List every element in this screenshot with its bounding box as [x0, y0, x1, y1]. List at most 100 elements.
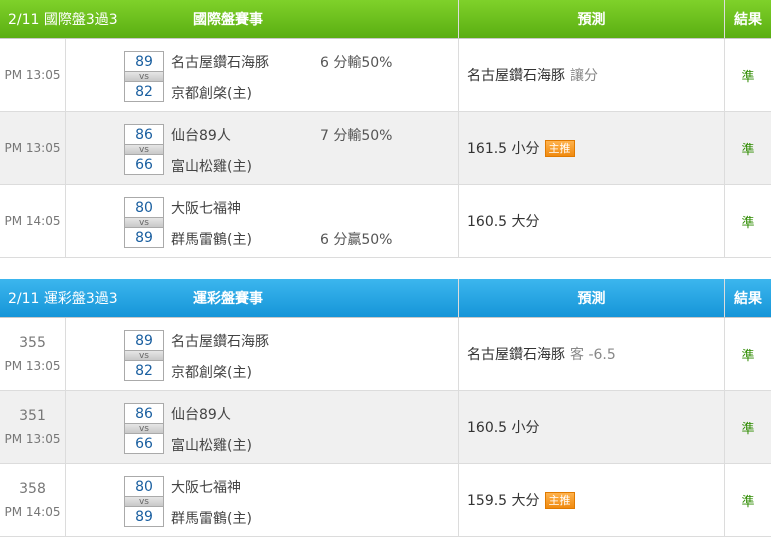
prediction-column-header: 預測	[459, 279, 725, 317]
prediction-cell: 160.5 大分	[459, 185, 725, 257]
panel-date-title: 2/11 國際盤3過3	[8, 12, 118, 28]
score-box: 89 vs 82	[124, 51, 164, 102]
spread-line: 6 分輸50%	[320, 55, 393, 71]
game-row: PM 14:05 80 vs 89 大阪七福神 群馬雷鶴(主) 6 分贏50% …	[0, 185, 771, 258]
result-status: 準	[741, 69, 755, 85]
game-time: PM 13:05	[4, 68, 61, 82]
result-cell: 準	[725, 464, 771, 536]
game-time: PM 13:05	[4, 432, 61, 446]
result-status: 準	[741, 421, 755, 437]
game-time-cell: 355 PM 13:05	[0, 318, 66, 390]
home-score: 89	[135, 508, 153, 525]
away-team: 仙台89人	[171, 407, 231, 423]
away-team: 名古屋鑽石海豚	[171, 334, 269, 350]
game-time: PM 14:05	[4, 505, 61, 519]
game-time-cell: PM 13:05	[0, 39, 66, 111]
prediction-pick: 160.5 小分	[467, 420, 540, 436]
top-pick-badge: 主推	[544, 491, 575, 509]
game-row: 351 PM 13:05 86 vs 66 仙台89人 富山松雞(主) 160.…	[0, 391, 771, 464]
home-team: 群馬雷鶴(主)	[171, 511, 252, 527]
international-header: 2/11 國際盤3過3 國際盤賽事 預測 結果	[0, 0, 771, 39]
game-time-cell: PM 14:05	[0, 185, 66, 257]
game-time-cell: PM 13:05	[0, 112, 66, 184]
vs-label: vs	[125, 496, 163, 507]
panel-section-title: 運彩盤賽事	[193, 291, 263, 307]
away-score: 89	[135, 53, 153, 70]
result-status: 準	[741, 494, 755, 510]
prediction-cell: 160.5 小分	[459, 391, 725, 463]
away-team: 仙台89人	[171, 128, 231, 144]
game-number: 355	[19, 335, 46, 351]
home-score: 82	[135, 83, 153, 100]
spread-line: 6 分贏50%	[320, 232, 393, 248]
score-box: 80 vs 89	[124, 476, 164, 527]
panel-section-title: 國際盤賽事	[193, 12, 263, 28]
matchup-cell: 86 vs 66 仙台89人 富山松雞(主)	[66, 391, 459, 463]
sports-lottery-panel: 2/11 運彩盤3過3 運彩盤賽事 預測 結果 355 PM 13:05 89 …	[0, 279, 771, 537]
game-time-cell: 351 PM 13:05	[0, 391, 66, 463]
home-score: 66	[135, 156, 153, 173]
away-team: 名古屋鑽石海豚	[171, 55, 269, 71]
vs-label: vs	[125, 423, 163, 434]
result-cell: 準	[725, 318, 771, 390]
result-status: 準	[741, 348, 755, 364]
result-status: 準	[741, 215, 755, 231]
away-score: 80	[135, 478, 153, 495]
game-time: PM 13:05	[4, 359, 61, 373]
game-row: PM 13:05 86 vs 66 仙台89人 富山松雞(主) 7 分輸50% …	[0, 112, 771, 185]
home-team: 群馬雷鶴(主)	[171, 232, 252, 248]
prediction-cell: 161.5 小分 主推	[459, 112, 725, 184]
result-cell: 準	[725, 39, 771, 111]
matchup-cell: 86 vs 66 仙台89人 富山松雞(主) 7 分輸50%	[66, 112, 459, 184]
home-team: 富山松雞(主)	[171, 438, 252, 454]
game-time: PM 13:05	[4, 141, 61, 155]
score-box: 86 vs 66	[124, 124, 164, 175]
top-pick-badge: 主推	[544, 139, 575, 157]
spread-line: 7 分輸50%	[320, 128, 393, 144]
prediction-cell: 名古屋鑽石海豚 讓分	[459, 39, 725, 111]
home-team: 富山松雞(主)	[171, 159, 252, 175]
game-number: 358	[19, 481, 46, 497]
score-box: 80 vs 89	[124, 197, 164, 248]
vs-label: vs	[125, 71, 163, 82]
game-row: 355 PM 13:05 89 vs 82 名古屋鑽石海豚 京都創棨(主) 名古…	[0, 318, 771, 391]
away-team: 大阪七福神	[171, 201, 241, 217]
away-score: 89	[135, 332, 153, 349]
result-status: 準	[741, 142, 755, 158]
vs-label: vs	[125, 144, 163, 155]
international-panel: 2/11 國際盤3過3 國際盤賽事 預測 結果 PM 13:05 89 vs 8…	[0, 0, 771, 258]
vs-label: vs	[125, 217, 163, 228]
result-column-header: 結果	[734, 291, 762, 307]
prediction-pick: 159.5 大分	[467, 493, 540, 509]
game-time: PM 14:05	[4, 214, 61, 228]
home-score: 82	[135, 362, 153, 379]
sports-lottery-header: 2/11 運彩盤3過3 運彩盤賽事 預測 結果	[0, 279, 771, 318]
home-score: 89	[135, 229, 153, 246]
prediction-line: 讓分	[570, 68, 598, 84]
prediction-pick: 名古屋鑽石海豚	[467, 347, 565, 363]
game-time-cell: 358 PM 14:05	[0, 464, 66, 536]
result-cell: 準	[725, 391, 771, 463]
away-score: 80	[135, 199, 153, 216]
home-team: 京都創棨(主)	[171, 365, 252, 381]
away-score: 86	[135, 126, 153, 143]
prediction-column-header: 預測	[459, 0, 725, 38]
away-team: 大阪七福神	[171, 480, 241, 496]
result-column-header: 結果	[734, 12, 762, 28]
home-team: 京都創棨(主)	[171, 86, 252, 102]
prediction-line: 客 -6.5	[570, 347, 616, 363]
prediction-cell: 名古屋鑽石海豚 客 -6.5	[459, 318, 725, 390]
matchup-cell: 89 vs 82 名古屋鑽石海豚 京都創棨(主)	[66, 318, 459, 390]
prediction-pick: 名古屋鑽石海豚	[467, 68, 565, 84]
result-cell: 準	[725, 112, 771, 184]
result-cell: 準	[725, 185, 771, 257]
matchup-cell: 80 vs 89 大阪七福神 群馬雷鶴(主)	[66, 464, 459, 536]
prediction-cell: 159.5 大分 主推	[459, 464, 725, 536]
game-row: PM 13:05 89 vs 82 名古屋鑽石海豚 京都創棨(主) 6 分輸50…	[0, 39, 771, 112]
prediction-pick: 161.5 小分	[467, 141, 540, 157]
away-score: 86	[135, 405, 153, 422]
score-box: 86 vs 66	[124, 403, 164, 454]
game-number: 351	[19, 408, 46, 424]
game-row: 358 PM 14:05 80 vs 89 大阪七福神 群馬雷鶴(主) 159.…	[0, 464, 771, 537]
score-box: 89 vs 82	[124, 330, 164, 381]
